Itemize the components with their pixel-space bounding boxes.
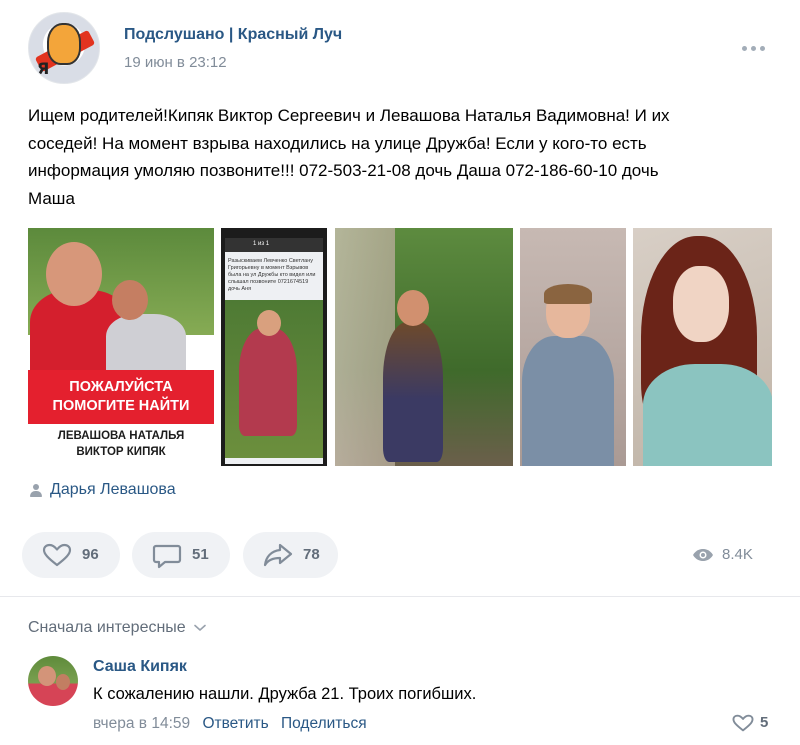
photo-attachment-1[interactable]: Пожалуйста помогите найти Левашова Натал…	[28, 228, 214, 466]
photo-figure	[673, 266, 729, 342]
reply-link[interactable]: Ответить	[202, 715, 268, 732]
share-arrow-icon	[263, 543, 293, 567]
like-button[interactable]: 96	[22, 532, 120, 578]
comment-like-count: 5	[760, 714, 769, 731]
sort-label: Сначала интересные	[28, 619, 186, 636]
post-date[interactable]: 19 июн в 23:12	[124, 54, 227, 71]
comments-sort-dropdown[interactable]: Сначала интересные	[28, 619, 206, 637]
screen-title: 1 из 1	[253, 241, 270, 247]
banner-line: помогите найти	[52, 398, 190, 414]
logo-letter: Я	[37, 59, 50, 78]
phone-screenshot: 1 из 1 Разыскиваем Левченко Светлану Гри…	[225, 238, 323, 464]
comment-item: Саша Кипяк К сожалению нашли. Дружба 21.…	[28, 656, 772, 736]
photo-figure	[522, 336, 614, 466]
screen-photo	[225, 300, 323, 458]
photo-figure	[544, 284, 592, 304]
post-text: Ищем родителей!Кипяк Виктор Сергеевич и …	[28, 106, 670, 208]
comment-button[interactable]: 51	[132, 532, 230, 578]
person-icon	[30, 484, 42, 498]
banner-line: Пожалуйста	[69, 379, 173, 395]
group-avatar[interactable]: Я	[28, 12, 100, 84]
chevron-down-icon	[194, 624, 206, 631]
photo-attachment-3[interactable]	[335, 228, 513, 466]
photo-figure	[397, 290, 429, 326]
heart-icon	[732, 714, 754, 732]
photo-attachment-2[interactable]: 1 из 1 Разыскиваем Левченко Светлану Гри…	[221, 228, 327, 466]
like-count: 96	[82, 546, 99, 563]
photo-figure	[112, 280, 148, 320]
views-count: 8.4K	[722, 546, 753, 563]
photo-figure	[46, 242, 102, 306]
caption-line: Левашова Наталья	[57, 430, 185, 442]
photo-figure	[239, 328, 297, 436]
photo-figure	[383, 322, 443, 462]
comment-date[interactable]: вчера в 14:59	[93, 715, 190, 732]
comment-like-button[interactable]: 5	[732, 712, 772, 734]
more-dots-icon[interactable]	[740, 40, 768, 56]
photo-attachment-4[interactable]	[520, 228, 626, 466]
heart-icon	[42, 543, 72, 567]
share-button[interactable]: 78	[243, 532, 338, 578]
post-actions: 96 51 78 8.4K	[22, 532, 778, 578]
comment-count: 51	[192, 546, 209, 563]
post-header: Я Подслушано | Красный Луч 19 июн в 23:1…	[28, 12, 772, 84]
photo-caption: Левашова Наталья Виктор Кипяк	[28, 428, 214, 460]
photo-figure	[643, 364, 772, 466]
avatar[interactable]	[28, 656, 78, 706]
photo-figure	[106, 314, 186, 370]
views-counter: 8.4K	[692, 544, 772, 566]
share-count: 78	[303, 546, 320, 563]
divider	[0, 596, 800, 597]
caption-line: Виктор Кипяк	[76, 446, 166, 458]
comment-meta: вчера в 14:59 Ответить Поделиться	[93, 715, 367, 733]
screen-text: Разыскиваем Левченко Светлану Григорьевн…	[228, 258, 316, 292]
photo-attachment-5[interactable]	[633, 228, 772, 466]
photo-grid: Пожалуйста помогите найти Левашова Натал…	[28, 228, 772, 466]
share-comment-link[interactable]: Поделиться	[281, 715, 367, 732]
group-logo-icon	[47, 23, 81, 65]
eye-icon	[693, 549, 713, 561]
photo-figure	[257, 310, 281, 336]
screen-status-bar: 1 из 1	[225, 238, 323, 252]
group-name-link[interactable]: Подслушано | Красный Луч	[124, 26, 342, 44]
comment-author-link[interactable]: Саша Кипяк	[93, 658, 187, 676]
comment-bubble-icon	[152, 544, 182, 569]
author-name-link[interactable]: Дарья Левашова	[50, 481, 176, 499]
photo-banner: Пожалуйста помогите найти	[28, 370, 214, 424]
comment-text: К сожалению нашли. Дружба 21. Троих поги…	[93, 685, 477, 703]
